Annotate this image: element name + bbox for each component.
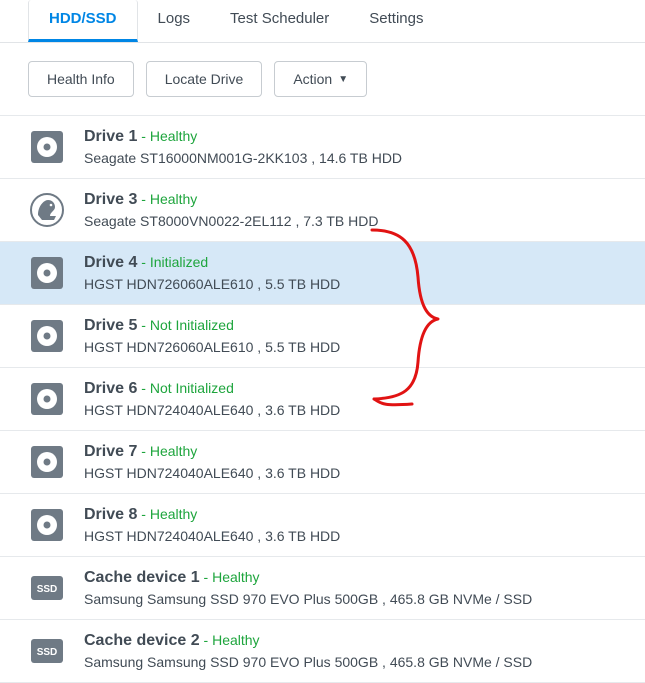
drive-name: Drive 4	[84, 254, 137, 271]
drive-info: Drive 5 - Not Initialized HGST HDN726060A…	[84, 317, 340, 355]
drive-description: Samsung Samsung SSD 970 EVO Plus 500GB ,…	[84, 654, 532, 670]
toolbar: Health Info Locate Drive Action ▼	[0, 43, 645, 115]
drive-description: HGST HDN726060ALE610 , 5.5 TB HDD	[84, 339, 340, 355]
drive-info: Drive 3 - Healthy Seagate ST8000VN0022-2E…	[84, 191, 378, 229]
hdd-icon	[28, 506, 66, 544]
drive-row[interactable]: SSD Cache device 1 - Healthy Samsung Samsu…	[0, 557, 645, 620]
drive-name: Drive 8	[84, 506, 137, 523]
drive-description: HGST HDN724040ALE640 , 3.6 TB HDD	[84, 402, 340, 418]
drive-status: - Healthy	[137, 128, 197, 144]
drive-info: Drive 7 - Healthy HGST HDN724040ALE640 , …	[84, 443, 340, 481]
drive-description: Seagate ST16000NM001G-2KK103 , 14.6 TB H…	[84, 150, 402, 166]
drive-row[interactable]: Drive 3 - Healthy Seagate ST8000VN0022-2E…	[0, 179, 645, 242]
drive-description: HGST HDN724040ALE640 , 3.6 TB HDD	[84, 528, 340, 544]
action-button-label: Action	[293, 71, 332, 87]
drive-status: - Healthy	[200, 632, 260, 648]
drive-status: - Initialized	[137, 254, 208, 270]
tab-settings[interactable]: Settings	[349, 0, 443, 42]
drive-info: Drive 6 - Not Initialized HGST HDN724040A…	[84, 380, 340, 418]
ssd-icon: SSD	[28, 569, 66, 607]
drive-row[interactable]: Drive 4 - Initialized HGST HDN726060ALE61…	[0, 242, 645, 305]
ssd-icon: SSD	[28, 632, 66, 670]
hdd-icon	[28, 380, 66, 418]
drive-name: Drive 7	[84, 443, 137, 460]
drive-info: Cache device 2 - Healthy Samsung Samsung …	[84, 632, 532, 670]
ironwolf-icon	[28, 191, 66, 229]
drive-info: Drive 1 - Healthy Seagate ST16000NM001G-2…	[84, 128, 402, 166]
drive-list: Drive 1 - Healthy Seagate ST16000NM001G-2…	[0, 115, 645, 683]
drive-info: Drive 4 - Initialized HGST HDN726060ALE61…	[84, 254, 340, 292]
drive-row[interactable]: Drive 8 - Healthy HGST HDN724040ALE640 , …	[0, 494, 645, 557]
hdd-icon	[28, 128, 66, 166]
drive-status: - Not Initialized	[137, 380, 234, 396]
drive-name: Drive 3	[84, 191, 137, 208]
hdd-icon	[28, 443, 66, 481]
drive-description: Seagate ST8000VN0022-2EL112 , 7.3 TB HDD	[84, 213, 378, 229]
hdd-icon	[28, 317, 66, 355]
drive-description: HGST HDN724040ALE640 , 3.6 TB HDD	[84, 465, 340, 481]
drive-row[interactable]: Drive 5 - Not Initialized HGST HDN726060A…	[0, 305, 645, 368]
drive-name: Drive 6	[84, 380, 137, 397]
health-info-button[interactable]: Health Info	[28, 61, 134, 97]
drive-status: - Not Initialized	[137, 317, 234, 333]
hdd-icon	[28, 254, 66, 292]
drive-row[interactable]: SSD Cache device 2 - Healthy Samsung Samsu…	[0, 620, 645, 683]
drive-description: HGST HDN726060ALE610 , 5.5 TB HDD	[84, 276, 340, 292]
action-button[interactable]: Action ▼	[274, 61, 367, 97]
svg-text:SSD: SSD	[37, 647, 58, 658]
drive-status: - Healthy	[200, 569, 260, 585]
svg-text:SSD: SSD	[37, 584, 58, 595]
chevron-down-icon: ▼	[338, 74, 348, 85]
tab-test-scheduler[interactable]: Test Scheduler	[210, 0, 349, 42]
drive-name: Cache device 1	[84, 569, 200, 586]
drive-name: Cache device 2	[84, 632, 200, 649]
drive-info: Cache device 1 - Healthy Samsung Samsung …	[84, 569, 532, 607]
tab-logs[interactable]: Logs	[138, 0, 211, 42]
tab-bar: HDD/SSD Logs Test Scheduler Settings	[0, 0, 645, 43]
drive-row[interactable]: Drive 7 - Healthy HGST HDN724040ALE640 , …	[0, 431, 645, 494]
drive-name: Drive 1	[84, 128, 137, 145]
locate-drive-button[interactable]: Locate Drive	[146, 61, 263, 97]
drive-status: - Healthy	[137, 443, 197, 459]
drive-info: Drive 8 - Healthy HGST HDN724040ALE640 , …	[84, 506, 340, 544]
drive-row[interactable]: Drive 1 - Healthy Seagate ST16000NM001G-2…	[0, 116, 645, 179]
drive-status: - Healthy	[137, 506, 197, 522]
drive-row[interactable]: Drive 6 - Not Initialized HGST HDN724040A…	[0, 368, 645, 431]
drive-status: - Healthy	[137, 191, 197, 207]
drive-name: Drive 5	[84, 317, 137, 334]
tab-hdd-ssd[interactable]: HDD/SSD	[28, 0, 138, 42]
drive-description: Samsung Samsung SSD 970 EVO Plus 500GB ,…	[84, 591, 532, 607]
